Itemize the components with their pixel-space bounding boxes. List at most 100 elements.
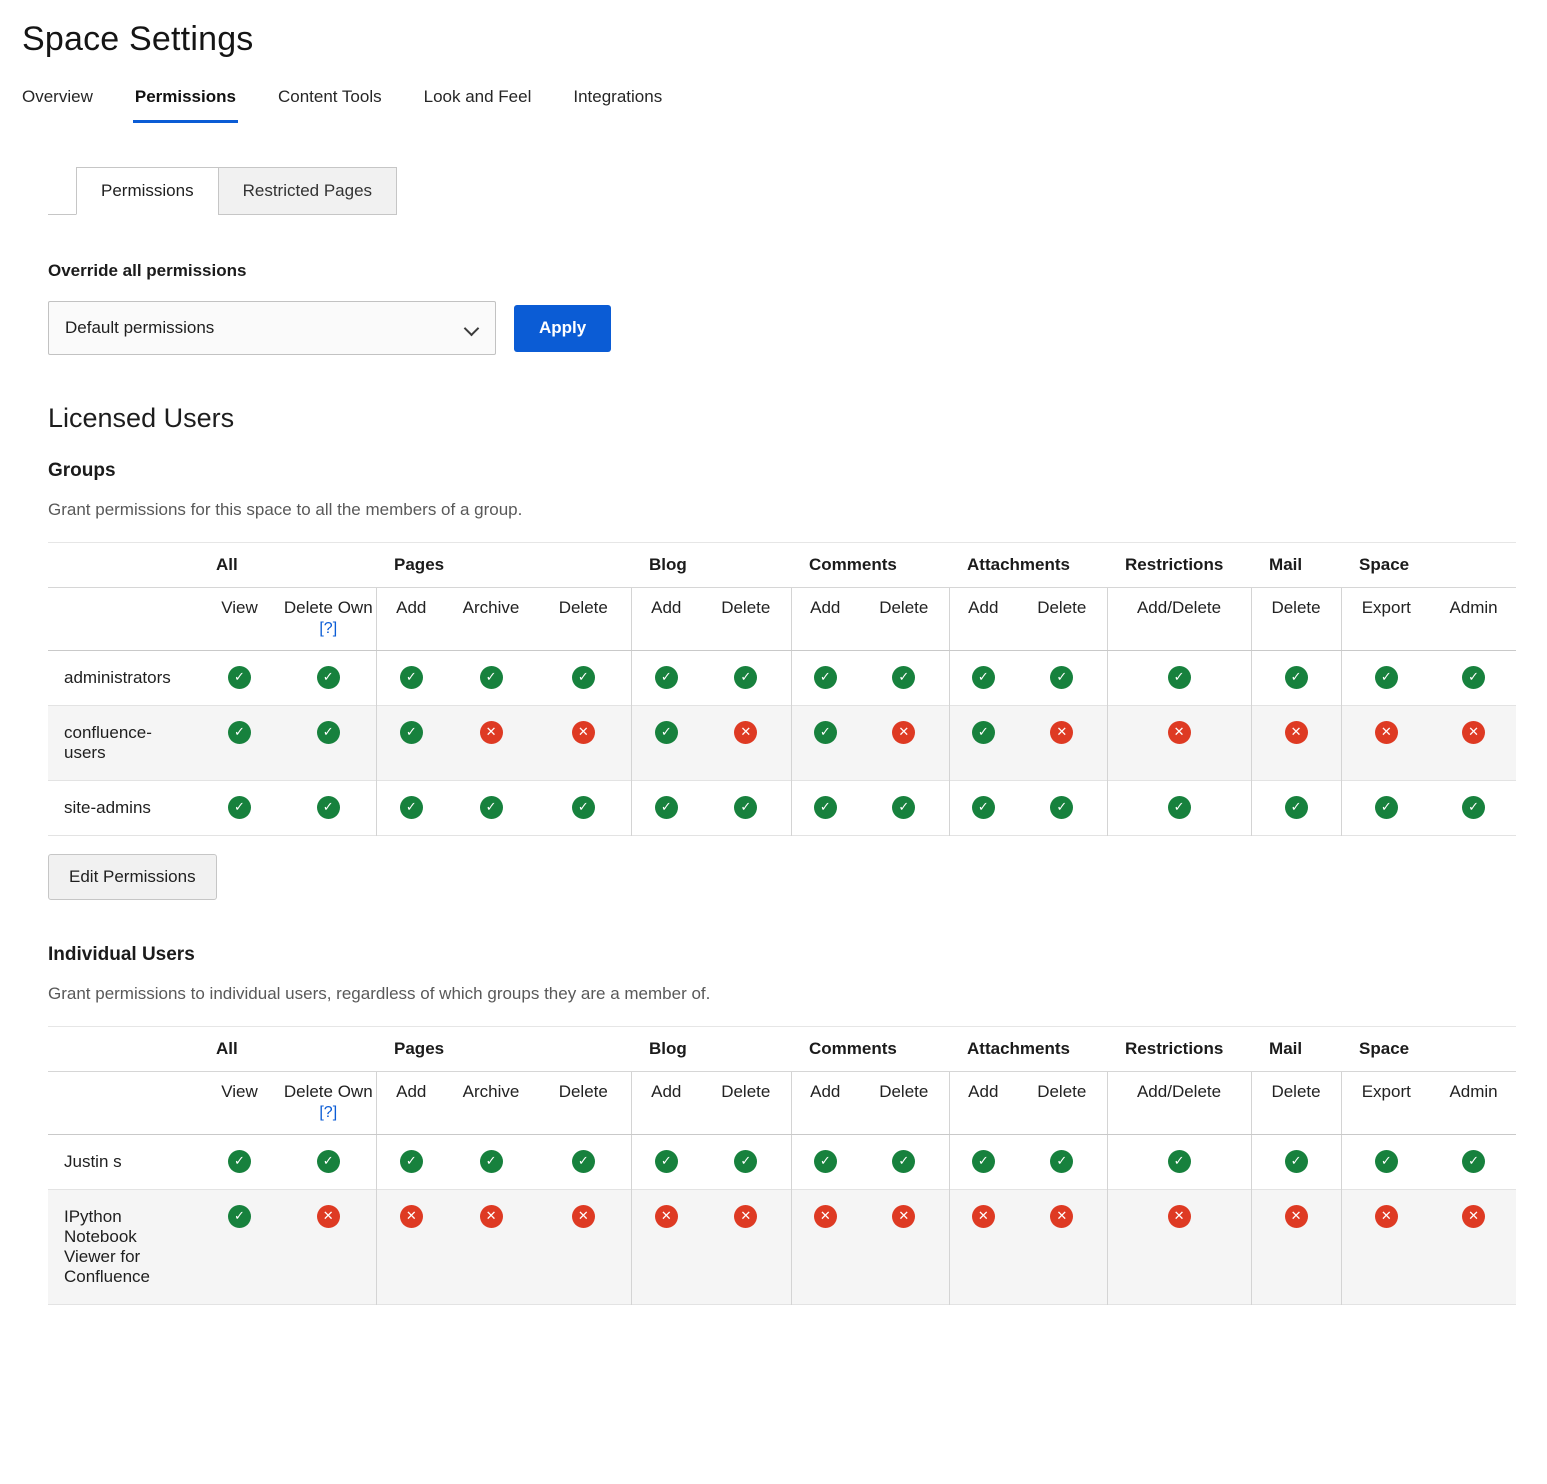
corner-cell: [48, 1072, 198, 1135]
permission-cell: ✓: [1017, 1135, 1107, 1190]
page-title: Space Settings: [22, 20, 1527, 59]
groups-description: Grant permissions for this space to all …: [48, 500, 1527, 520]
permission-cell: ✕: [1341, 1190, 1431, 1305]
permission-granted-icon: ✓: [1168, 1150, 1191, 1173]
column-subheader-row: ViewDelete Own[?]AddArchiveDeleteAddDele…: [48, 588, 1516, 651]
permission-denied-icon: ✕: [1375, 721, 1398, 744]
permission-cell: ✓: [1107, 651, 1251, 706]
column-subheader: Add: [631, 1072, 701, 1135]
permission-cell: ✓: [1341, 1135, 1431, 1190]
permission-denied-icon: ✕: [480, 721, 503, 744]
permission-cell: ✓: [198, 1135, 281, 1190]
column-group-header: Pages: [376, 543, 631, 588]
permission-cell: ✓: [949, 1135, 1017, 1190]
permission-cell: ✓: [376, 706, 446, 781]
column-subheader: Delete: [1017, 588, 1107, 651]
permission-denied-icon: ✕: [400, 1205, 423, 1228]
permission-granted-icon: ✓: [1050, 796, 1073, 819]
column-subheader: Export: [1341, 588, 1431, 651]
permission-cell: ✕: [1017, 706, 1107, 781]
delete-own-help-link[interactable]: [?]: [319, 1104, 337, 1121]
permission-denied-icon: ✕: [1050, 1205, 1073, 1228]
column-subheader: Add: [376, 1072, 446, 1135]
permission-cell: ✓: [791, 651, 859, 706]
permission-granted-icon: ✓: [572, 666, 595, 689]
permission-cell: ✕: [446, 1190, 536, 1305]
permission-granted-icon: ✓: [892, 1150, 915, 1173]
subtab-restricted-pages[interactable]: Restricted Pages: [218, 167, 397, 215]
permission-granted-icon: ✓: [972, 1150, 995, 1173]
tab-look-and-feel[interactable]: Look and Feel: [422, 81, 534, 123]
permission-cell: ✕: [701, 1190, 791, 1305]
column-subheader: Archive: [446, 588, 536, 651]
permission-cell: ✕: [1341, 706, 1431, 781]
permission-cell: ✓: [631, 651, 701, 706]
permissions-dropdown[interactable]: Default permissions: [48, 301, 496, 355]
permission-cell: ✕: [1107, 706, 1251, 781]
tab-overview[interactable]: Overview: [20, 81, 95, 123]
permission-denied-icon: ✕: [1168, 721, 1191, 744]
column-subheader: Delete: [859, 1072, 949, 1135]
column-subheader: Admin: [1431, 1072, 1516, 1135]
delete-own-help-link[interactable]: [?]: [319, 620, 337, 637]
subtabs-baseline: [48, 167, 76, 215]
permission-granted-icon: ✓: [734, 666, 757, 689]
sub-tabs: Permissions Restricted Pages: [48, 167, 1527, 215]
column-subheader: View: [198, 588, 281, 651]
column-subheader: Delete Own[?]: [281, 588, 376, 651]
column-subheader: Delete Own[?]: [281, 1072, 376, 1135]
permission-granted-icon: ✓: [814, 796, 837, 819]
permission-granted-icon: ✓: [572, 1150, 595, 1173]
permission-denied-icon: ✕: [572, 721, 595, 744]
apply-button[interactable]: Apply: [514, 305, 611, 352]
permission-granted-icon: ✓: [1462, 1150, 1485, 1173]
corner-cell: [48, 588, 198, 651]
permission-granted-icon: ✓: [1050, 1150, 1073, 1173]
column-subheader: Add/Delete: [1107, 588, 1251, 651]
permission-granted-icon: ✓: [1168, 796, 1191, 819]
permission-granted-icon: ✓: [1285, 666, 1308, 689]
permission-cell: ✕: [1251, 1190, 1341, 1305]
row-label: administrators: [48, 651, 198, 706]
permission-cell: ✓: [949, 651, 1017, 706]
permission-cell: ✓: [198, 651, 281, 706]
column-group-header: Mail: [1251, 1027, 1341, 1072]
column-subheader: Delete: [536, 588, 631, 651]
column-group-header: Mail: [1251, 543, 1341, 588]
edit-permissions-button[interactable]: Edit Permissions: [48, 854, 217, 900]
groups-permission-table: AllPagesBlogCommentsAttachmentsRestricti…: [48, 542, 1516, 836]
column-group-header: Attachments: [949, 1027, 1107, 1072]
permission-granted-icon: ✓: [317, 721, 340, 744]
tab-integrations[interactable]: Integrations: [571, 81, 664, 123]
permission-cell: ✓: [1431, 781, 1516, 836]
column-subheader: View: [198, 1072, 281, 1135]
permission-cell: ✓: [1017, 781, 1107, 836]
permission-granted-icon: ✓: [1375, 666, 1398, 689]
permission-row: site-admins✓✓✓✓✓✓✓✓✓✓✓✓✓✓✓: [48, 781, 1516, 836]
permission-granted-icon: ✓: [228, 721, 251, 744]
tab-permissions[interactable]: Permissions: [133, 81, 238, 123]
permission-denied-icon: ✕: [972, 1205, 995, 1228]
permission-cell: ✓: [859, 781, 949, 836]
permission-cell: ✓: [1431, 651, 1516, 706]
chevron-down-icon: [465, 321, 479, 335]
column-group-header-row: AllPagesBlogCommentsAttachmentsRestricti…: [48, 1027, 1516, 1072]
permission-row: administrators✓✓✓✓✓✓✓✓✓✓✓✓✓✓✓: [48, 651, 1516, 706]
permission-granted-icon: ✓: [655, 666, 678, 689]
permission-granted-icon: ✓: [228, 1150, 251, 1173]
column-group-header-row: AllPagesBlogCommentsAttachmentsRestricti…: [48, 543, 1516, 588]
permission-granted-icon: ✓: [480, 666, 503, 689]
permission-granted-icon: ✓: [317, 666, 340, 689]
permission-denied-icon: ✕: [317, 1205, 340, 1228]
permission-cell: ✓: [376, 781, 446, 836]
subtab-permissions[interactable]: Permissions: [76, 167, 219, 215]
permission-granted-icon: ✓: [1168, 666, 1191, 689]
permission-cell: ✓: [1107, 781, 1251, 836]
tab-content-tools[interactable]: Content Tools: [276, 81, 384, 123]
permission-cell: ✓: [281, 1135, 376, 1190]
permission-granted-icon: ✓: [1462, 796, 1485, 819]
column-subheader: Delete: [859, 588, 949, 651]
permission-denied-icon: ✕: [734, 1205, 757, 1228]
column-group-header: Restrictions: [1107, 543, 1251, 588]
permission-cell: ✓: [1431, 1135, 1516, 1190]
